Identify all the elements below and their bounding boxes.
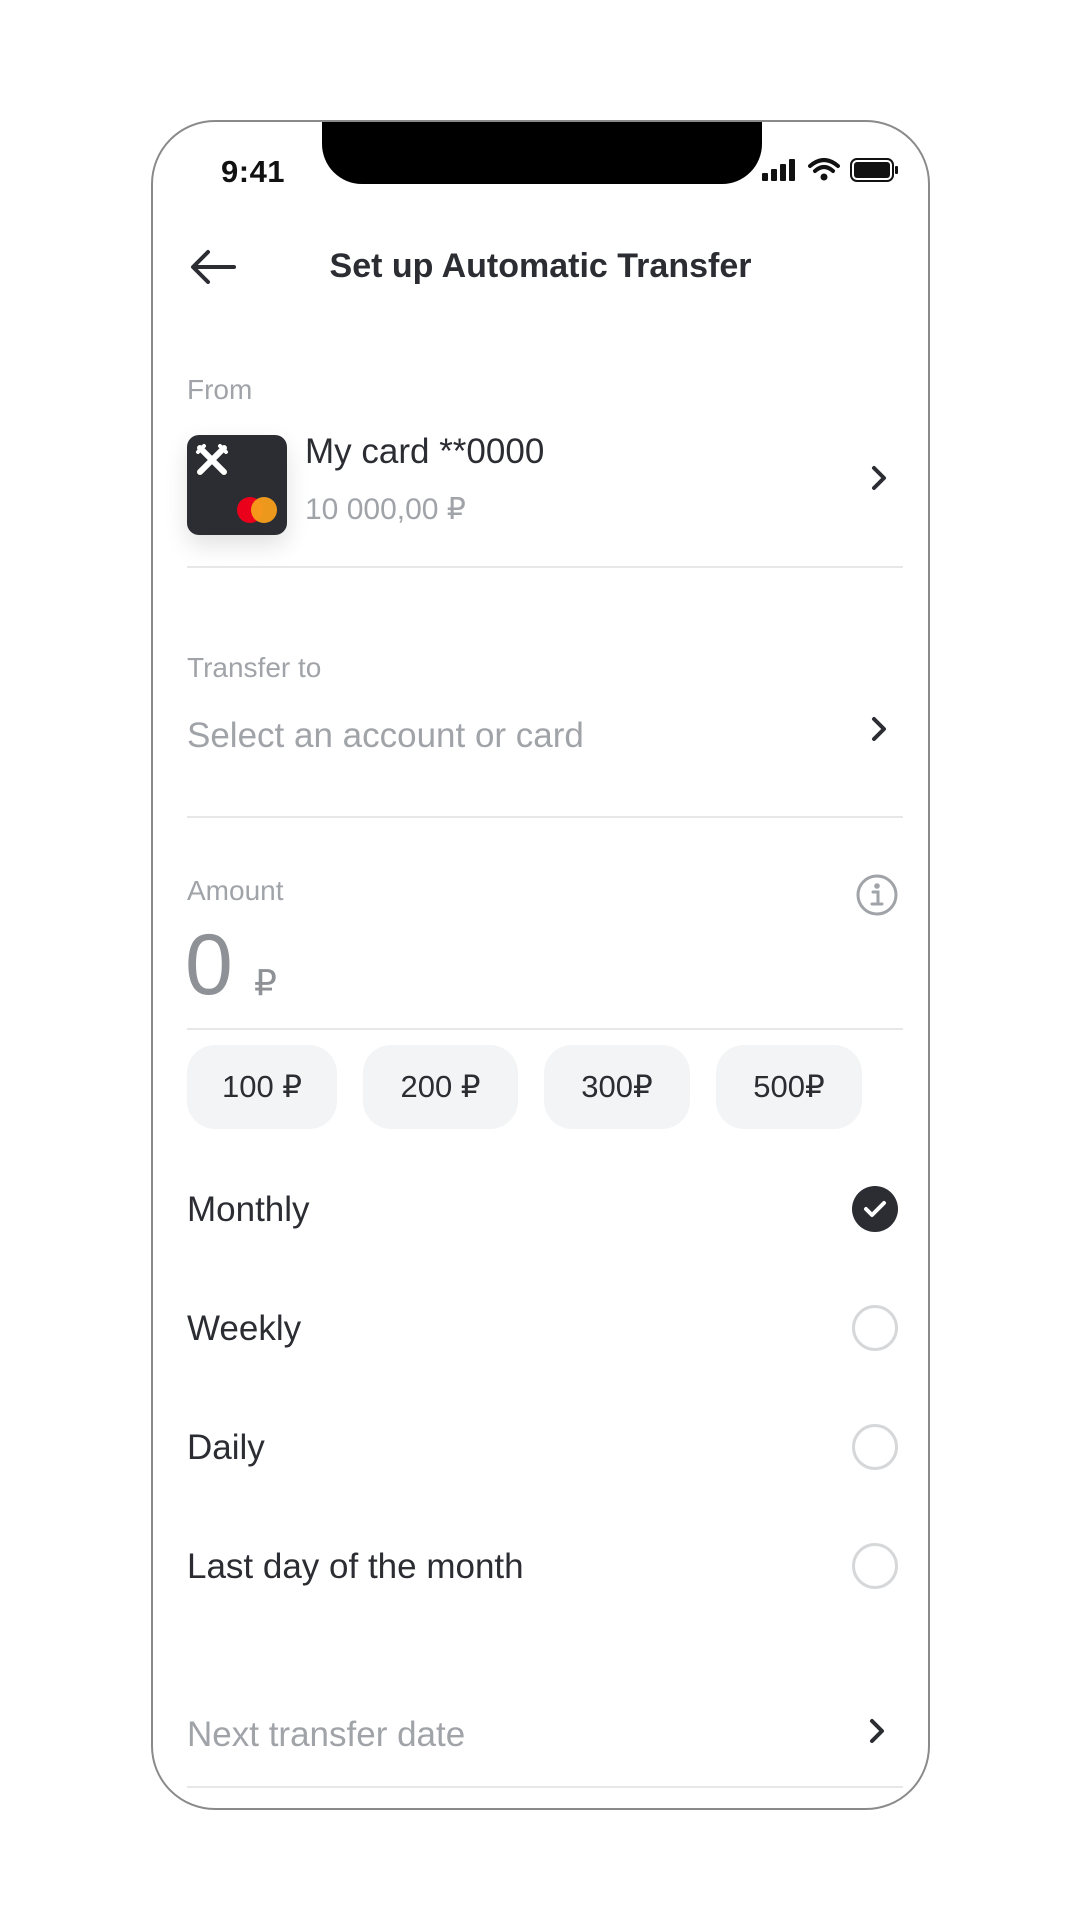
amount-currency: ₽ bbox=[254, 962, 277, 1003]
quick-amount-chip[interactable]: 300₽ bbox=[544, 1045, 690, 1129]
option-label: Daily bbox=[187, 1428, 265, 1467]
card-balance: 10 000,00 ₽ bbox=[305, 493, 466, 526]
option-label: Last day of the month bbox=[187, 1547, 524, 1586]
divider bbox=[187, 1028, 903, 1030]
quick-amount-chip[interactable]: 100 ₽ bbox=[187, 1045, 337, 1129]
transfer-to-placeholder: Select an account or card bbox=[187, 716, 584, 755]
divider bbox=[187, 566, 903, 568]
next-transfer-date-label: Next transfer date bbox=[187, 1715, 466, 1754]
chevron-right-icon[interactable] bbox=[867, 1716, 887, 1746]
chevron-right-icon[interactable] bbox=[869, 463, 889, 493]
radio-button[interactable] bbox=[852, 1424, 898, 1470]
radio-button[interactable] bbox=[852, 1543, 898, 1589]
phone-frame: 9:41 Set up Automatic Transfer From My c… bbox=[151, 120, 930, 1810]
status-time: 9:41 bbox=[221, 154, 286, 189]
option-label: Monthly bbox=[187, 1190, 310, 1229]
battery-icon bbox=[850, 158, 898, 182]
chevron-right-icon[interactable] bbox=[869, 714, 889, 744]
status-icons bbox=[762, 158, 900, 182]
radio-checked[interactable] bbox=[852, 1186, 898, 1232]
divider bbox=[187, 1786, 903, 1788]
page-title: Set up Automatic Transfer bbox=[329, 247, 752, 285]
card-thumbnail bbox=[187, 435, 287, 535]
option-label: Weekly bbox=[187, 1309, 302, 1348]
wifi-icon bbox=[808, 158, 840, 181]
bank-logo-icon bbox=[196, 444, 228, 475]
transfer-to-label: Transfer to bbox=[187, 652, 322, 683]
amount-value: 0 bbox=[185, 917, 233, 1013]
quick-amount-chip[interactable]: 200 ₽ bbox=[363, 1045, 518, 1129]
mastercard-icon bbox=[237, 497, 277, 523]
quick-amount-chip[interactable]: 500₽ bbox=[716, 1045, 862, 1129]
amount-label: Amount bbox=[187, 875, 284, 906]
notch bbox=[322, 122, 762, 184]
info-icon[interactable] bbox=[855, 873, 899, 917]
card-name: My card **0000 bbox=[305, 432, 545, 471]
from-label: From bbox=[187, 374, 253, 405]
check-icon bbox=[864, 1201, 886, 1217]
divider bbox=[187, 816, 903, 818]
signal-icon bbox=[762, 159, 795, 181]
radio-button[interactable] bbox=[852, 1305, 898, 1351]
